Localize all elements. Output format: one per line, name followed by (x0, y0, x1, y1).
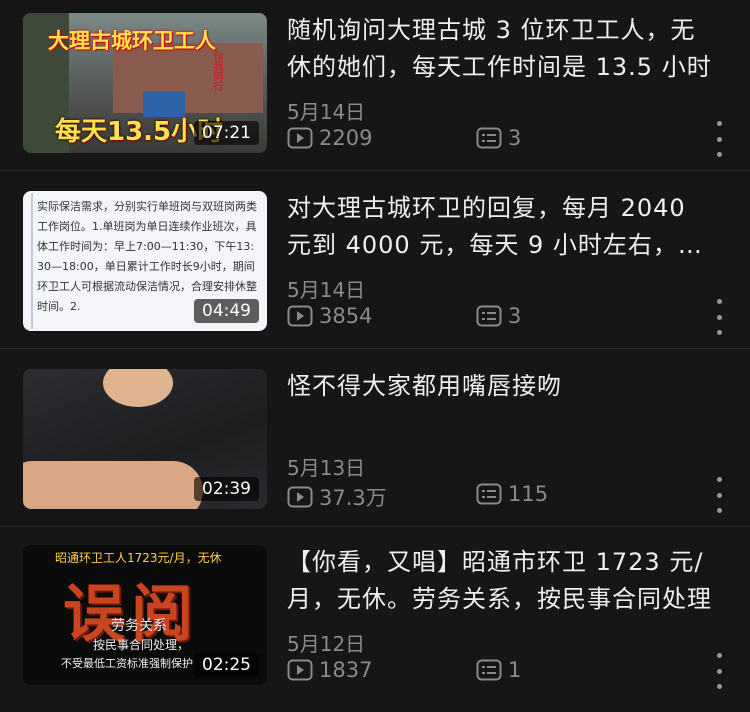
video-item[interactable]: 02:39 怪不得大家都用嘴唇接吻 5月13日 37.3万 115 (0, 356, 750, 534)
thumb-doc-border (31, 193, 33, 329)
video-date: 5月14日 (287, 278, 366, 302)
comment-count-value: 3 (508, 126, 522, 150)
play-count-icon (287, 305, 313, 327)
video-duration: 07:21 (194, 121, 259, 145)
more-dot (716, 136, 722, 142)
video-title[interactable]: 随机询问大理古城 3 位环卫工人，无休的她们，每天工作时间是 13.5 小时 (287, 12, 717, 86)
more-dot (716, 668, 722, 674)
view-count: 1837 (287, 658, 372, 682)
comment-count-value: 3 (508, 304, 522, 328)
view-count: 2209 (287, 126, 372, 150)
more-dot (716, 314, 722, 320)
video-thumbnail[interactable]: 昭通环卫工人1723元/月，无休 误阅 劳务关系 按民事合同处理， 不受最低工资… (23, 545, 267, 685)
comment-count: 115 (476, 482, 548, 506)
more-dot (716, 492, 722, 498)
video-duration: 02:39 (194, 477, 259, 501)
danmaku-icon (476, 659, 502, 681)
video-thumbnail[interactable]: 02:39 (23, 369, 267, 509)
video-title[interactable]: 【你看，又唱】昭通市环卫 1723 元/月，无休。劳务关系，按民事合同处理 (287, 544, 717, 618)
play-count-icon (287, 127, 313, 149)
video-date: 5月14日 (287, 100, 366, 124)
thumb-line2-text: 不受最低工资标准强制保护 (61, 657, 193, 670)
video-duration: 04:49 (194, 299, 259, 323)
danmaku-icon (476, 127, 502, 149)
more-dot (716, 152, 722, 157)
video-thumbnail[interactable]: 大理古城环卫工人 你我同行 每天13.5小时 07:21 (23, 13, 267, 153)
thumb-sign-text: 你我同行 (211, 51, 222, 91)
comment-count: 1 (476, 658, 521, 682)
danmaku-icon (476, 483, 502, 505)
comment-count-value: 115 (508, 482, 549, 506)
video-date: 5月13日 (287, 456, 366, 480)
video-thumbnail[interactable]: 实际保洁需求，分别实行单班岗与双班岗两类工作岗位。1.单班岗为单日连续作业班次，… (23, 191, 267, 331)
view-count: 3854 (287, 304, 372, 328)
view-count-value: 2209 (319, 126, 373, 150)
more-button[interactable] (713, 653, 725, 689)
more-vertical-icon (716, 121, 722, 126)
thumb-mid-text: 劳务关系 (111, 618, 167, 634)
video-title[interactable]: 对大理古城环卫的回复，每月 2040 元到 4000 元，每天 9 小时左右，… (287, 190, 717, 264)
more-button[interactable] (713, 121, 725, 157)
more-vertical-icon (716, 653, 722, 658)
view-count-value: 3854 (319, 304, 373, 328)
view-count-value: 1837 (319, 658, 373, 682)
thumb-finger-bottom (23, 461, 203, 509)
video-title[interactable]: 怪不得大家都用嘴唇接吻 (287, 368, 717, 405)
thumb-finger-top (103, 369, 173, 407)
play-count-icon (287, 659, 313, 681)
view-count: 37.3万 (287, 482, 387, 512)
more-dot (716, 508, 722, 513)
danmaku-icon (476, 305, 502, 327)
video-date: 5月12日 (287, 632, 366, 656)
divider (0, 348, 750, 349)
more-button[interactable] (713, 477, 725, 513)
divider (0, 526, 750, 527)
more-button[interactable] (713, 299, 725, 335)
comment-count: 3 (476, 304, 521, 328)
thumb-title-text: 大理古城环卫工人 (48, 29, 216, 53)
more-dot (716, 330, 722, 335)
video-item[interactable]: 实际保洁需求，分别实行单班岗与双班岗两类工作岗位。1.单班岗为单日连续作业班次，… (0, 178, 750, 356)
comment-count: 3 (476, 126, 521, 150)
more-vertical-icon (716, 299, 722, 304)
divider (0, 170, 750, 171)
video-list: 大理古城环卫工人 你我同行 每天13.5小时 07:21 随机询问大理古城 3 … (0, 0, 750, 711)
more-vertical-icon (716, 477, 722, 482)
view-count-value: 37.3万 (319, 486, 387, 510)
video-item[interactable]: 昭通环卫工人1723元/月，无休 误阅 劳务关系 按民事合同处理， 不受最低工资… (0, 534, 750, 712)
video-duration: 02:25 (194, 653, 259, 677)
more-dot (716, 684, 722, 689)
video-item[interactable]: 大理古城环卫工人 你我同行 每天13.5小时 07:21 随机询问大理古城 3 … (0, 0, 750, 178)
comment-count-value: 1 (508, 658, 522, 682)
thumb-line1-text: 按民事合同处理， (93, 638, 190, 652)
play-count-icon (287, 486, 313, 508)
